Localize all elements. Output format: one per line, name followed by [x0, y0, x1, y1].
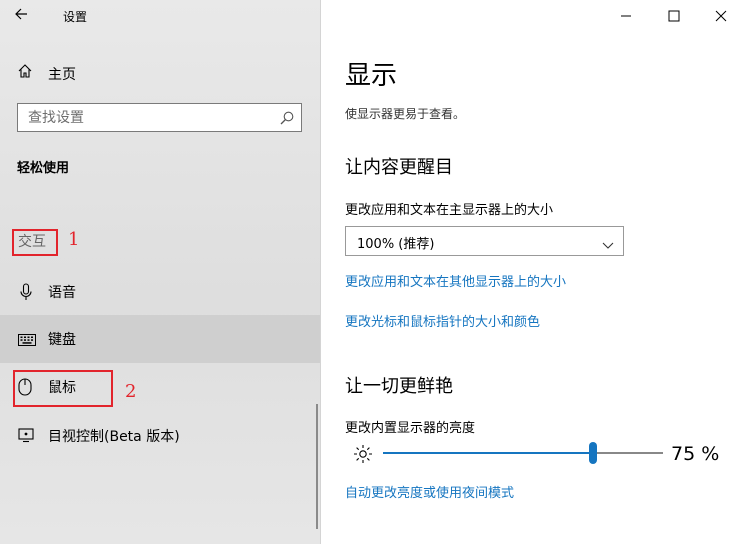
sidebar-item-keyboard[interactable]: 键盘: [0, 315, 320, 363]
search-input[interactable]: [18, 104, 283, 131]
window-title: 设置: [63, 10, 88, 24]
maximize-icon[interactable]: [664, 6, 684, 26]
back-arrow-icon[interactable]: [14, 6, 36, 26]
group-label-interaction: 交互: [12, 229, 58, 256]
search-box[interactable]: [17, 103, 302, 132]
mouse-icon: [18, 378, 34, 396]
sidebar-scrollbar[interactable]: [316, 404, 318, 529]
size-dropdown-value: 100% (推荐): [357, 237, 435, 252]
annotation-number-2: 2: [125, 381, 137, 402]
sidebar-item-eye-control[interactable]: 目视控制(Beta 版本): [0, 412, 320, 460]
link-auto-brightness-night-mode[interactable]: 自动更改亮度或使用夜间模式: [345, 482, 514, 501]
eye-control-icon: [18, 427, 34, 445]
pane-divider: [320, 0, 321, 544]
microphone-icon: [18, 283, 34, 301]
brightness-value: 75 %: [671, 443, 720, 465]
close-icon[interactable]: [711, 6, 731, 26]
brightness-slider[interactable]: [383, 440, 663, 468]
sidebar-item-label: 键盘: [48, 332, 76, 348]
link-other-displays-size[interactable]: 更改应用和文本在其他显示器上的大小: [345, 271, 566, 290]
link-cursor-pointer-size[interactable]: 更改光标和鼠标指针的大小和颜色: [345, 311, 540, 330]
sidebar-item-label: 鼠标: [48, 380, 76, 396]
size-label: 更改应用和文本在主显示器上的大小: [345, 203, 554, 218]
search-icon[interactable]: [279, 110, 295, 126]
keyboard-icon: [18, 331, 36, 349]
chevron-down-icon: [602, 236, 614, 249]
brightness-label: 更改内置显示器的亮度: [345, 421, 476, 436]
size-dropdown[interactable]: 100% (推荐): [345, 226, 624, 256]
page-title: 显示: [345, 61, 398, 91]
sidebar-item-home[interactable]: 主页: [0, 60, 320, 86]
section-heading-content: 让内容更醒目: [345, 157, 453, 178]
annotation-number-1: 1: [68, 229, 80, 250]
slider-fill: [383, 452, 593, 454]
sidebar-item-label: 主页: [48, 67, 76, 83]
home-icon: [17, 63, 33, 79]
sidebar-item-speech[interactable]: 语音: [0, 268, 320, 316]
sidebar-item-label: 目视控制(Beta 版本): [48, 429, 180, 445]
page-subtitle: 使显示器更易于查看。: [345, 107, 466, 121]
sidebar-item-mouse[interactable]: 鼠标: [0, 363, 320, 411]
section-title: 轻松使用: [17, 161, 70, 176]
section-heading-brightness: 让一切更鲜艳: [345, 376, 453, 397]
sun-icon: [353, 444, 373, 464]
sidebar-item-label: 语音: [48, 285, 76, 301]
slider-thumb[interactable]: [589, 442, 597, 464]
minimize-icon[interactable]: [616, 6, 636, 26]
sidebar: 设置 主页 轻松使用 交互 1 语音 键盘 鼠标 2: [0, 0, 320, 544]
